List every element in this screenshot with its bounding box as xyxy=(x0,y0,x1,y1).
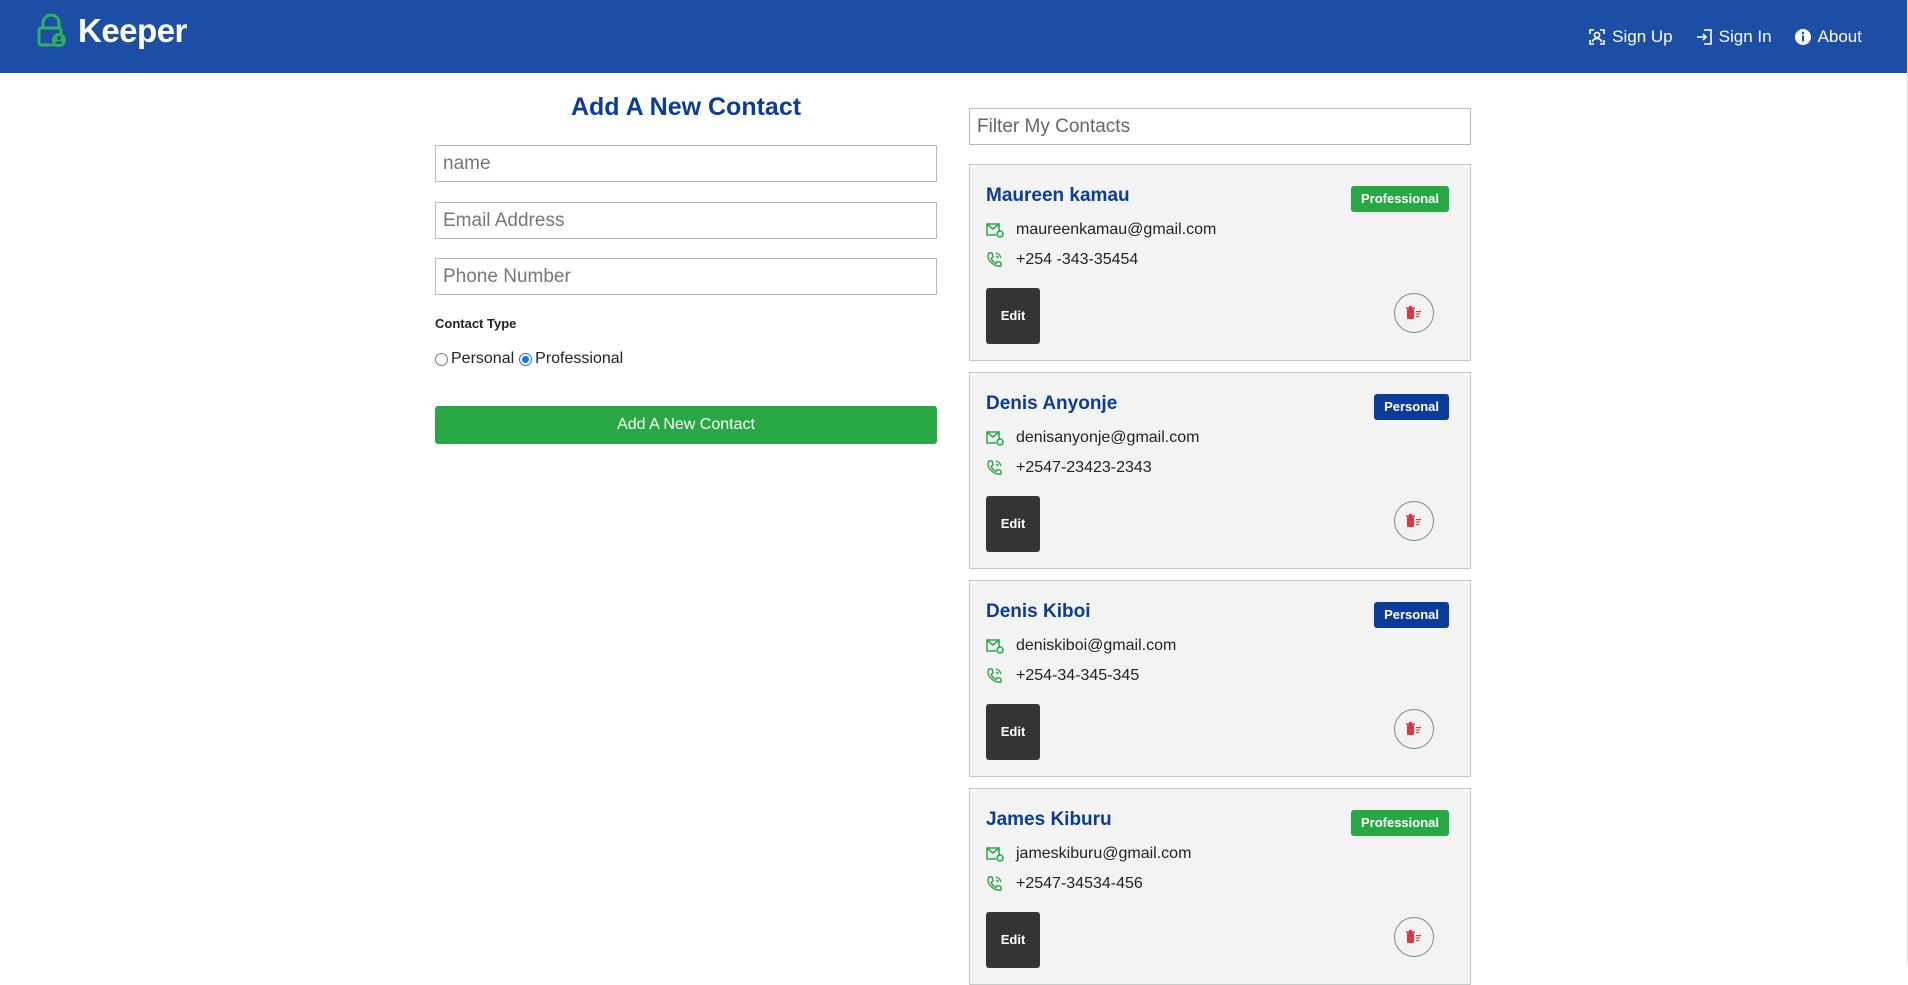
edit-button[interactable]: Edit xyxy=(986,288,1040,344)
contact-email-row: maureenkamau@gmail.com xyxy=(986,221,1216,239)
nav-sign-in[interactable]: Sign In xyxy=(1695,27,1772,47)
filter-input[interactable] xyxy=(969,108,1471,145)
add-contact-form: Add A New Contact Contact Type Personal … xyxy=(435,89,937,444)
contact-type-radios: Personal Professional xyxy=(435,350,628,368)
contact-phone-row: +2547-34534-456 xyxy=(986,875,1143,893)
contact-type-badge: Personal xyxy=(1374,602,1449,628)
phone-icon xyxy=(987,460,1002,475)
email-icon xyxy=(986,847,1004,862)
brand-name: Keeper xyxy=(78,12,187,49)
trash-icon xyxy=(1406,722,1421,735)
trash-icon xyxy=(1406,306,1421,319)
contact-name: James Kiburu xyxy=(986,809,1112,830)
email-icon xyxy=(986,639,1004,654)
signup-icon xyxy=(1589,28,1605,45)
phone-icon xyxy=(987,668,1002,683)
phone-input[interactable] xyxy=(435,258,937,295)
radio-professional-label: Professional xyxy=(535,350,624,367)
navbar: Keeper Sign Up Sign In About xyxy=(0,0,1908,73)
phone-icon xyxy=(987,252,1002,267)
contact-phone-row: +2547-23423-2343 xyxy=(986,459,1152,477)
nav-sign-in-label: Sign In xyxy=(1718,26,1772,46)
email-input[interactable] xyxy=(435,202,937,239)
delete-button[interactable] xyxy=(1394,293,1434,333)
radio-professional[interactable] xyxy=(519,352,533,366)
contact-email: jameskiburu@gmail.com xyxy=(1016,845,1192,862)
contact-phone-row: +254-34-345-345 xyxy=(986,667,1139,685)
contact-email-row: denisanyonje@gmail.com xyxy=(986,429,1199,447)
contact-card: Denis Anyonje Personal denisanyonje@gmai… xyxy=(969,372,1471,569)
contact-type-badge: Personal xyxy=(1374,394,1449,420)
contact-name: Denis Kiboi xyxy=(986,601,1091,622)
signin-icon xyxy=(1696,28,1712,45)
edit-button[interactable]: Edit xyxy=(986,704,1040,760)
contact-email-row: deniskiboi@gmail.com xyxy=(986,637,1176,655)
nav-about-label: About xyxy=(1817,26,1862,46)
contact-card: Denis Kiboi Personal deniskiboi@gmail.co… xyxy=(969,580,1471,777)
edit-button[interactable]: Edit xyxy=(986,496,1040,552)
contact-name: Denis Anyonje xyxy=(986,393,1118,414)
radio-personal-label: Personal xyxy=(451,350,515,367)
phone-icon xyxy=(987,876,1002,891)
radio-personal[interactable] xyxy=(435,352,448,366)
contact-type-badge: Professional xyxy=(1350,810,1449,836)
lock-icon xyxy=(37,13,66,47)
nav-sign-up-label: Sign Up xyxy=(1612,26,1673,46)
delete-button[interactable] xyxy=(1394,709,1434,749)
form-title: Add A New Contact xyxy=(570,93,802,121)
info-icon xyxy=(1794,28,1811,45)
brand[interactable]: Keeper xyxy=(36,12,187,50)
contact-email: deniskiboi@gmail.com xyxy=(1016,637,1177,654)
contact-card: James Kiburu Professional jameskiburu@gm… xyxy=(969,788,1471,985)
contact-phone: +2547-23423-2343 xyxy=(1016,459,1152,476)
contact-name: Maureen kamau xyxy=(986,185,1130,206)
email-icon xyxy=(986,223,1004,238)
delete-button[interactable] xyxy=(1394,501,1434,541)
delete-button[interactable] xyxy=(1394,917,1434,957)
contact-email-row: jameskiburu@gmail.com xyxy=(986,845,1191,863)
contact-phone: +2547-34534-456 xyxy=(1016,875,1143,892)
trash-icon xyxy=(1406,514,1421,527)
contact-card: Maureen kamau Professional maureenkamau@… xyxy=(969,164,1471,361)
contact-phone: +254 -343-35454 xyxy=(1016,251,1139,268)
contact-email: maureenkamau@gmail.com xyxy=(1016,221,1217,238)
nav-about[interactable]: About xyxy=(1794,27,1862,47)
contact-phone-row: +254 -343-35454 xyxy=(986,251,1138,269)
email-icon xyxy=(986,431,1004,446)
name-input[interactable] xyxy=(435,145,937,182)
trash-icon xyxy=(1406,930,1421,943)
contact-email: denisanyonje@gmail.com xyxy=(1016,429,1200,446)
nav-links: Sign Up Sign In About xyxy=(1566,0,1862,73)
add-contact-button[interactable]: Add A New Contact xyxy=(435,406,937,444)
contact-phone: +254-34-345-345 xyxy=(1016,667,1140,684)
edit-button[interactable]: Edit xyxy=(986,912,1040,968)
contact-type-badge: Professional xyxy=(1350,186,1449,212)
nav-sign-up[interactable]: Sign Up xyxy=(1588,26,1673,47)
contact-type-label: Contact Type xyxy=(435,316,517,331)
